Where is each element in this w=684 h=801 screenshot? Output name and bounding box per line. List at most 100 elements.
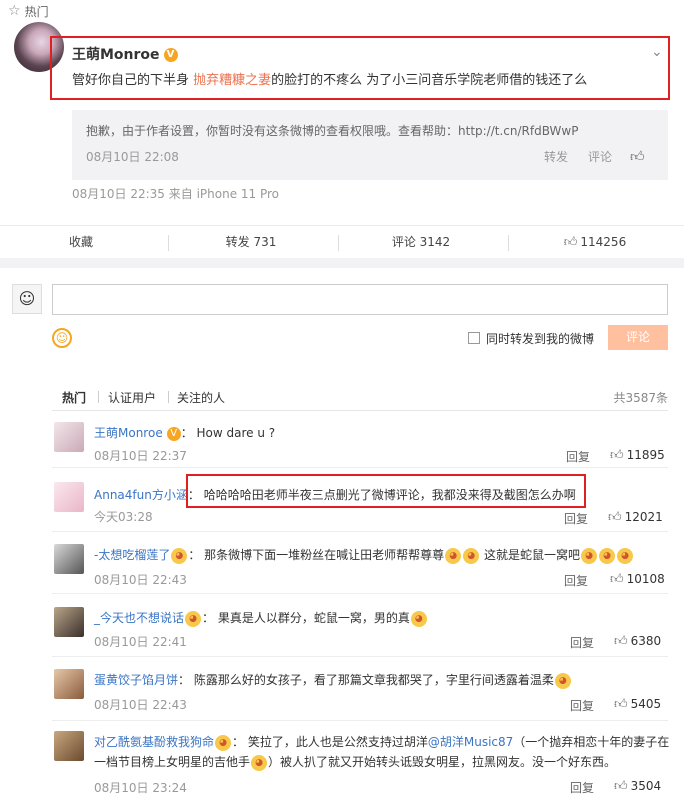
avatar[interactable] [54,422,84,452]
comment-body: 果真是人以群分，蛇鼠一窝，男的真 [217,611,410,625]
comment-time: 08月10日 22:37 [94,449,187,463]
comment-author[interactable]: Anna4fun方小涵 [94,488,188,502]
comment-author[interactable]: 对乙酰氨基酚救我狗命 [94,735,214,749]
comment-like[interactable]: 👍︎ 6380 [614,634,661,649]
comment-time: 08月10日 22:41 [94,635,187,649]
quoted-repost-button[interactable]: 转发 [544,148,568,165]
thumbs-up-icon: 👍︎ [614,779,628,794]
verified-badge-icon: V [166,426,181,441]
comment-body: ）被人扒了就又开始转头诋毁女明星，拉黑网友。没一个好东西。 [268,755,617,769]
comment-tabs: 热门 认证用户 关注的人 共3587条 [52,380,668,411]
comment-input[interactable] [52,284,668,315]
my-avatar: ☺ [12,284,42,314]
comment-time: 08月10日 23:24 [94,781,187,795]
comment-text: 王萌Monroe V： How dare u ? [94,426,276,441]
comment-like[interactable]: 👍︎ 3504 [614,779,661,794]
list-item: 对乙酰氨基酚救我狗命 ◕： 笑拉了，此人也是公然支持过胡洋@胡洋Music87（一… [52,731,670,797]
quoted-comment-button[interactable]: 评论 [588,148,612,165]
highlight-box [186,474,586,508]
comment-body: 陈露那么好的女孩子，看了那篇文章我都哭了，字里行间透露着温柔 [193,673,554,687]
like-button[interactable]: 👍︎ 114256 [510,226,680,259]
reply-button[interactable]: 回复 [570,634,594,651]
tab-verified[interactable]: 认证用户 [108,389,156,406]
comment-time: 今天03:28 [94,510,153,524]
comment-like[interactable]: 👍︎ 5405 [614,697,661,712]
quoted-post: 抱歉，由于作者设置，你暂时没有这条微博的查看权限哦。查看帮助：http://t.… [72,110,668,180]
comment-text: 对乙酰氨基酚救我狗命 ◕： 笑拉了，此人也是公然支持过胡洋@胡洋Music87（一… [94,734,670,751]
comment-time: 08月10日 22:43 [94,573,187,587]
reply-button[interactable]: 回复 [570,779,594,796]
sync-repost-label: 同时转发到我的微博 [486,332,595,346]
quoted-post-text: 抱歉，由于作者设置，你暂时没有这条微博的查看权限哦。查看帮助：http://t.… [86,124,579,138]
crying-emoji-icon: ◕ [617,547,634,564]
sync-repost-checkbox[interactable] [468,332,480,344]
thumbs-up-icon: 👍︎ [608,510,622,525]
angry-emoji-icon: ◕ [251,754,268,771]
hot-header: ☆ 热门 [0,0,684,22]
list-item: 蛋黄饺子馅月饼： 陈露那么好的女孩子，看了那篇文章我都哭了，字里行间透露着温柔 ◕… [52,669,668,721]
reply-button[interactable]: 回复 [566,448,590,465]
avatar[interactable] [54,669,84,699]
like-count: 114256 [580,235,627,249]
comment-text: -太想吃榴莲了 ◕： 那条微博下面一堆粉丝在喊让田老师帮帮尊尊 ◕ ◕ 这就是蛇鼠一窝… [94,546,634,564]
comment-like[interactable]: 👍︎ 10108 [610,572,665,587]
thumbs-up-icon: 👍︎ [610,572,624,587]
thumbs-up-icon[interactable]: 👍︎ [630,148,645,165]
comment-text: 蛋黄饺子馅月饼： 陈露那么好的女孩子，看了那篇文章我都哭了，字里行间透露着温柔 ◕ [94,671,572,689]
mention-link[interactable]: @胡洋Music87 [428,735,513,749]
thumbs-up-icon: 👍︎ [563,235,578,250]
avatar[interactable] [54,544,84,574]
comment-body: How dare u ? [196,426,276,440]
crying-emoji-icon: ◕ [215,734,232,751]
comment-time: 08月10日 22:43 [94,698,187,712]
reply-button[interactable]: 回复 [564,572,588,589]
thumbs-up-icon: 👍︎ [614,697,628,712]
crying-emoji-icon: ◕ [185,610,202,627]
hot-header-label: 热门 [24,4,49,19]
repost-button[interactable]: 转发 731 [170,226,332,259]
tab-following[interactable]: 关注的人 [177,389,225,406]
comment-author[interactable]: 王萌Monroe [94,426,163,440]
like-count: 6380 [630,634,662,648]
avatar[interactable] [54,482,84,512]
list-item: 王萌Monroe V： How dare u ? 08月10日 22:37 回复 … [52,422,668,468]
avatar[interactable] [54,607,84,637]
crying-emoji-icon: ◕ [599,547,616,564]
tab-hot[interactable]: 热门 [62,389,86,406]
comment-total: 共3587条 [613,391,668,405]
quoted-post-time: 08月10日 22:08 [86,150,179,164]
post-action-bar: 收藏 转发 731 评论 3142 👍︎ 114256 [0,225,684,258]
crying-emoji-icon: ◕ [554,672,571,689]
crying-emoji-icon: ◕ [171,547,188,564]
highlight-box [50,36,670,100]
submit-comment-button[interactable]: 评论 [608,325,668,350]
comment-text: _今天也不想说话 ◕： 果真是人以群分，蛇鼠一窝，男的真 ◕ [94,609,428,627]
comment-button[interactable]: 评论 3142 [340,226,502,259]
like-count: 11895 [626,448,665,462]
comment-text-line2: 一档节目榜上女明星的吉他手 ◕ ）被人扒了就又开始转头诋毁女明星，拉黑网友。没一个好… [94,753,616,771]
comment-body: 这就是蛇鼠一窝吧 [484,548,581,562]
like-count: 10108 [626,572,665,586]
reply-button[interactable]: 回复 [570,697,594,714]
comment-panel [0,268,684,801]
reply-button[interactable]: 回复 [564,510,588,527]
like-count: 3504 [630,779,662,793]
thumbs-up-icon: 👍︎ [610,448,624,463]
favorite-button[interactable]: 收藏 [0,226,162,259]
crying-emoji-icon: ◕ [463,547,480,564]
comment-like[interactable]: 👍︎ 12021 [608,510,663,525]
crying-emoji-icon: ◕ [445,547,462,564]
comment-author[interactable]: -太想吃榴莲了 [94,548,170,562]
comment-author[interactable]: 蛋黄饺子馅月饼 [94,673,178,687]
list-item: _今天也不想说话 ◕： 果真是人以群分，蛇鼠一窝，男的真 ◕ 08月10日 22:4… [52,607,668,657]
comment-body: 那条微博下面一堆粉丝在喊让田老师帮帮尊尊 [204,548,445,562]
emoji-icon[interactable]: ☺ [52,328,72,348]
list-item: -太想吃榴莲了 ◕： 那条微博下面一堆粉丝在喊让田老师帮帮尊尊 ◕ ◕ 这就是蛇鼠一窝… [52,544,668,594]
comment-like[interactable]: 👍︎ 11895 [610,448,665,463]
star-icon: ☆ [8,3,21,19]
comment-author[interactable]: _今天也不想说话 [94,611,184,625]
like-count: 12021 [624,510,663,524]
avatar[interactable] [54,731,84,761]
comment-body: 笑拉了，此人也是公然支持过胡洋 [247,735,428,749]
like-count: 5405 [630,697,662,711]
